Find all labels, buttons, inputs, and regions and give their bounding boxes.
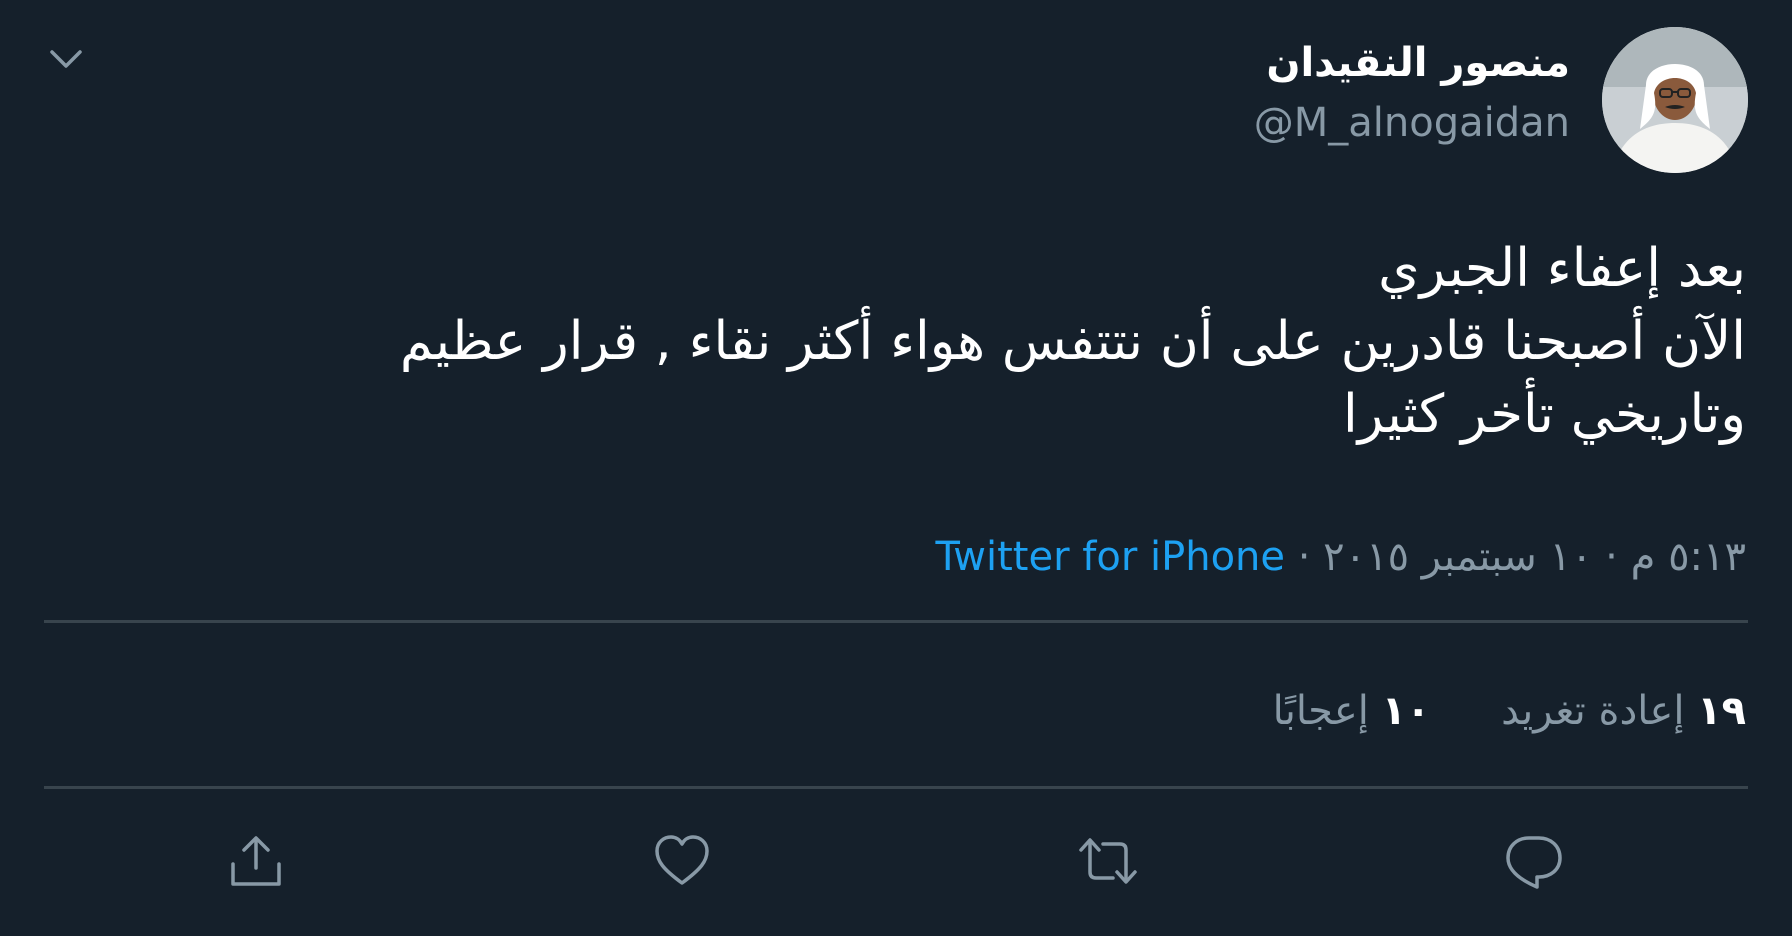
tweet-meta: ٥:١٣ م · ١٠ سبتمبر ٢٠١٥ · Twitter for iP… (935, 534, 1746, 580)
tweet-stats: ١٩ إعادة تغريد ١٠ إعجابًا (1215, 688, 1746, 734)
likes-stat[interactable]: ١٠ إعجابًا (1273, 688, 1431, 734)
likes-label: إعجابًا (1272, 688, 1369, 734)
avatar[interactable] (1602, 27, 1748, 173)
retweets-count: ١٩ (1697, 688, 1746, 734)
tweet-text-line: وتاريخي تأخر كثيرا (1342, 384, 1746, 445)
reply-icon[interactable] (1503, 830, 1565, 892)
tweet-detail-view: منصور النقيدان @M_alnogaidan بعد إعفاء ا… (0, 0, 1792, 936)
tweet-date: ١٠ سبتمبر ٢٠١٥ (1323, 534, 1593, 580)
author-handle[interactable]: @M_alnogaidan (1254, 100, 1570, 146)
retweets-stat[interactable]: ١٩ إعادة تغريد (1501, 688, 1746, 734)
tweet-text-line: الآن أصبحنا قادرين على أن نتتفس هواء أكث… (399, 311, 1746, 372)
meta-separator: · (1297, 534, 1311, 580)
divider (44, 786, 1748, 789)
tweet-text-line: بعد إعفاء الجبري (1378, 238, 1746, 299)
like-icon[interactable] (651, 830, 713, 892)
author-name[interactable]: منصور النقيدان (1266, 40, 1570, 86)
action-bar (0, 830, 1792, 892)
chevron-down-icon[interactable] (44, 42, 88, 78)
tweet-time: ٥:١٣ م (1630, 534, 1746, 580)
retweets-label: إعادة تغريد (1501, 688, 1685, 734)
likes-count: ١٠ (1381, 688, 1431, 734)
meta-separator: · (1605, 534, 1618, 580)
tweet-source-link[interactable]: Twitter for iPhone (935, 534, 1285, 580)
retweet-icon[interactable] (1077, 830, 1139, 892)
tweet-text: بعد إعفاء الجبري الآن أصبحنا قادرين على … (46, 232, 1746, 451)
share-icon[interactable] (225, 830, 287, 892)
divider (44, 620, 1748, 623)
